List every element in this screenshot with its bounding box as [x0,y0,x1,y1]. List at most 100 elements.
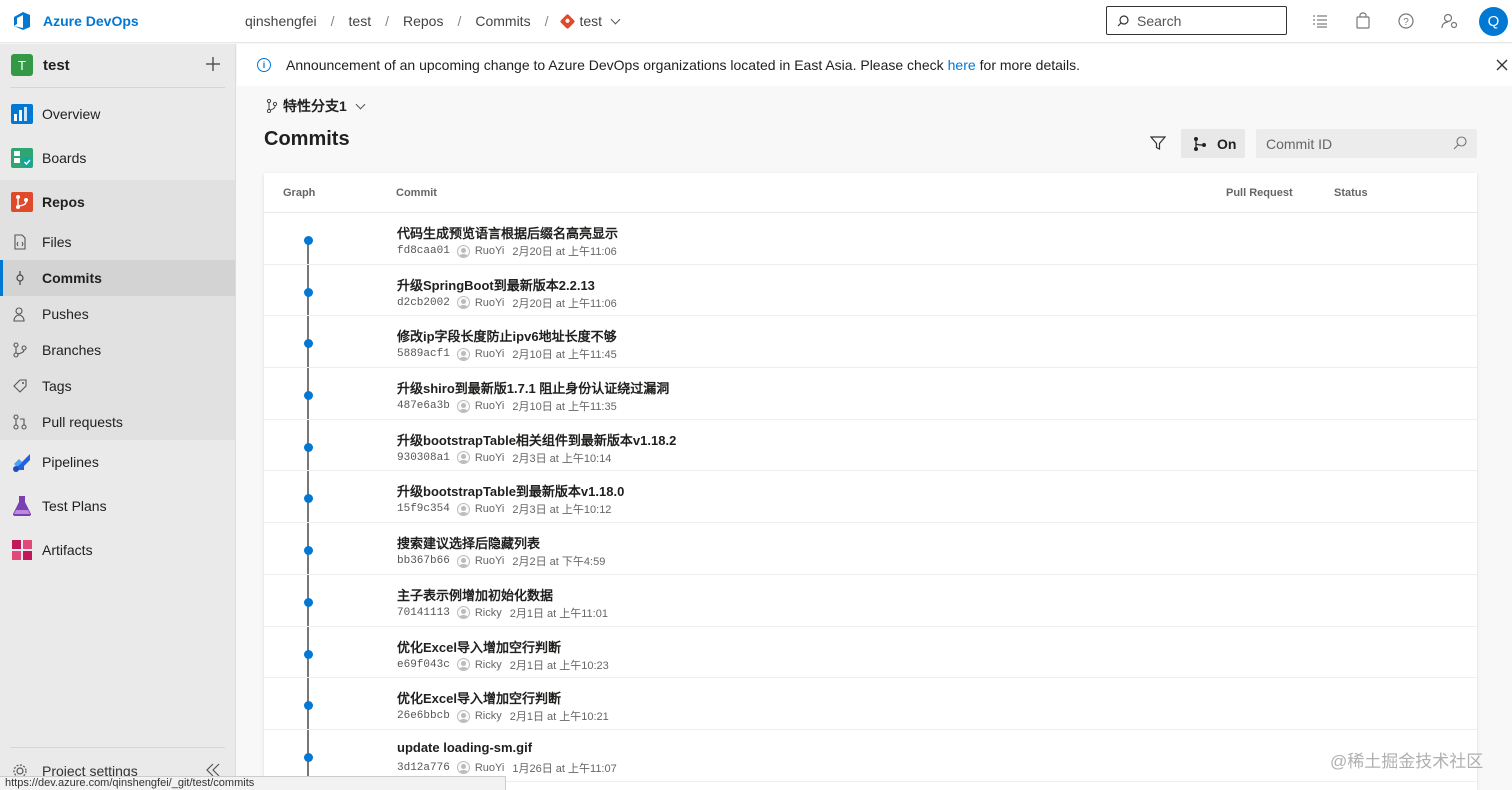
commit-hash[interactable]: 5889acf1 [397,348,450,360]
commit-date: 2月1日 at 上午11:01 [509,607,608,620]
commit-graph-node [304,494,313,504]
filter-icon[interactable] [1150,135,1166,151]
commit-meta: e69f043c Ricky 2月1日 at 上午10:23 [397,657,609,673]
commit-author: RuoYi [474,348,505,361]
author-avatar [456,709,470,723]
list-icon[interactable] [1311,12,1329,30]
commit-hash[interactable]: 487e6a3b [397,400,450,412]
commit-message[interactable]: 升级SpringBoot到最新版本2.2.13 [397,275,595,294]
commit-hash[interactable]: 26e6bbcb [397,710,450,722]
commit-message[interactable]: 升级bootstrapTable相关组件到最新版本v1.18.2 [397,430,676,449]
commit-graph-node [304,391,313,401]
commit-id-field[interactable] [1256,129,1477,158]
collapse-icon[interactable] [205,763,221,777]
table-row[interactable]: 搜索建议选择后隐藏列表 bb367b66 RuoYi 2月2日 at 下午4:5… [264,523,1477,575]
commit-hash[interactable]: 3d12a776 [397,762,450,774]
commit-meta: 487e6a3b RuoYi 2月10日 at 上午11:35 [397,398,617,414]
commit-message[interactable]: 搜索建议选择后隐藏列表 [397,533,540,552]
sidebar-item-pull-requests[interactable]: Pull requests [0,404,235,440]
breadcrumb-separator: / [544,13,549,29]
breadcrumb-repos[interactable]: Repos [403,13,443,29]
commit-meta: 26e6bbcb Ricky 2月1日 at 上午10:21 [397,708,609,724]
sidebar-item-tags[interactable]: Tags [0,368,235,404]
branch-selector[interactable]: 特性分支1 [266,96,366,116]
repos-icon [11,192,33,212]
commit-meta: 70141113 Ricky 2月1日 at 上午11:01 [397,605,608,621]
table-row[interactable]: 优化Excel导入增加空行判断 26e6bbcb Ricky 2月1日 at 上… [264,678,1477,730]
table-row[interactable]: 升级bootstrapTable相关组件到最新版本v1.18.2 930308a… [264,420,1477,472]
commit-message[interactable]: 代码生成预览语言根据后缀名高亮显示 [397,223,618,242]
author-avatar [456,554,470,568]
commit-message[interactable]: update loading-sm.gif [397,740,532,755]
user-settings-icon[interactable] [1441,12,1459,30]
close-icon[interactable] [1494,57,1510,73]
sidebar-item-repos[interactable]: Repos [0,180,235,224]
commit-hash[interactable]: d2cb2002 [397,297,450,309]
table-row[interactable]: 升级shiro到最新版1.7.1 阻止身份认证绕过漏洞 487e6a3b Ruo… [264,368,1477,420]
graph-toggle-button[interactable]: On [1181,129,1245,158]
table-row[interactable]: 升级SpringBoot到最新版本2.2.13 d2cb2002 RuoYi 2… [264,265,1477,317]
status-bar-url: https://dev.azure.com/qinshengfei/_git/t… [0,776,506,790]
table-row[interactable]: 代码生成预览语言根据后缀名高亮显示 fd8caa01 RuoYi 2月20日 a… [264,213,1477,265]
table-row[interactable]: 修改ip字段长度防止ipv6地址长度不够 5889acf1 RuoYi 2月10… [264,316,1477,369]
help-icon[interactable]: ? [1397,12,1415,30]
commit-author: RuoYi [474,503,505,516]
breadcrumb-commits[interactable]: Commits [475,13,530,29]
repo-selector[interactable]: test [560,13,621,29]
project-header[interactable]: T test [0,44,235,86]
commit-hash[interactable]: bb367b66 [397,555,450,567]
commit-message[interactable]: 修改ip字段长度防止ipv6地址长度不够 [397,326,617,345]
plus-icon[interactable] [205,56,221,72]
commit-hash[interactable]: 15f9c354 [397,503,450,515]
test-plans-icon [13,496,31,516]
commit-message[interactable]: 优化Excel导入增加空行判断 [397,688,561,707]
project-avatar: T [11,54,33,76]
sidebar-item-files[interactable]: Files [0,224,235,260]
pull-request-icon [13,414,27,430]
commit-hash[interactable]: fd8caa01 [397,245,450,257]
branch-selector-label: 特性分支1 [283,98,347,114]
commit-hash[interactable]: 930308a1 [397,452,450,464]
table-row[interactable]: 主子表示例增加初始化数据 70141113 Ricky 2月1日 at 上午11… [264,575,1477,627]
table-row[interactable]: 优化Excel导入增加空行判断 e69f043c Ricky 2月1日 at 上… [264,627,1477,679]
user-avatar[interactable]: Q [1479,7,1508,36]
sidebar-item-pipelines[interactable]: Pipelines [0,440,235,484]
search-placeholder: Search [1137,12,1182,29]
column-header-status: Status [1334,187,1368,199]
sidebar-item-label: Tags [42,378,72,394]
commit-message[interactable]: 升级shiro到最新版1.7.1 阻止身份认证绕过漏洞 [397,378,669,397]
sidebar-item-pushes[interactable]: Pushes [0,296,235,332]
sidebar-item-commits[interactable]: Commits [0,260,235,296]
breadcrumb-org[interactable]: qinshengfei [245,13,317,29]
commit-graph-node [304,752,313,762]
sidebar-item-branches[interactable]: Branches [0,332,235,368]
graph-icon [1194,136,1206,151]
commit-graph-node [304,442,313,452]
sidebar-item-artifacts[interactable]: Artifacts [0,528,235,572]
overview-icon [11,104,33,124]
boards-icon [11,148,33,168]
commit-message[interactable]: 优化Excel导入增加空行判断 [397,637,561,656]
commit-hash[interactable]: e69f043c [397,659,450,671]
commit-meta: d2cb2002 RuoYi 2月20日 at 上午11:06 [397,295,617,311]
sidebar-item-test-plans[interactable]: Test Plans [0,484,235,528]
commit-meta: 5889acf1 RuoYi 2月10日 at 上午11:45 [397,346,617,362]
commit-graph-node [304,597,313,607]
commit-message[interactable]: 升级bootstrapTable到最新版本v1.18.0 [397,481,624,500]
brand[interactable]: Azure DevOps [0,11,236,31]
commit-hash[interactable]: 70141113 [397,607,450,619]
announcement-link[interactable]: here [948,57,976,73]
sidebar-item-overview[interactable]: Overview [0,92,235,136]
commit-id-input[interactable] [1266,135,1446,152]
commit-message[interactable]: 主子表示例增加初始化数据 [397,585,553,604]
table-row[interactable]: update loading-sm.gif 3d12a776 RuoYi 1月2… [264,730,1477,782]
author-avatar [456,451,470,465]
tag-icon [13,379,27,393]
breadcrumb-project[interactable]: test [349,13,372,29]
sidebar-item-boards[interactable]: Boards [0,136,235,180]
table-row[interactable]: 升级bootstrapTable到最新版本v1.18.0 15f9c354 Ru… [264,471,1477,524]
search-input[interactable]: Search [1106,6,1287,35]
sidebar-item-label: Repos [42,194,85,210]
shopping-bag-icon[interactable] [1354,12,1372,30]
search-icon[interactable] [1453,136,1467,150]
